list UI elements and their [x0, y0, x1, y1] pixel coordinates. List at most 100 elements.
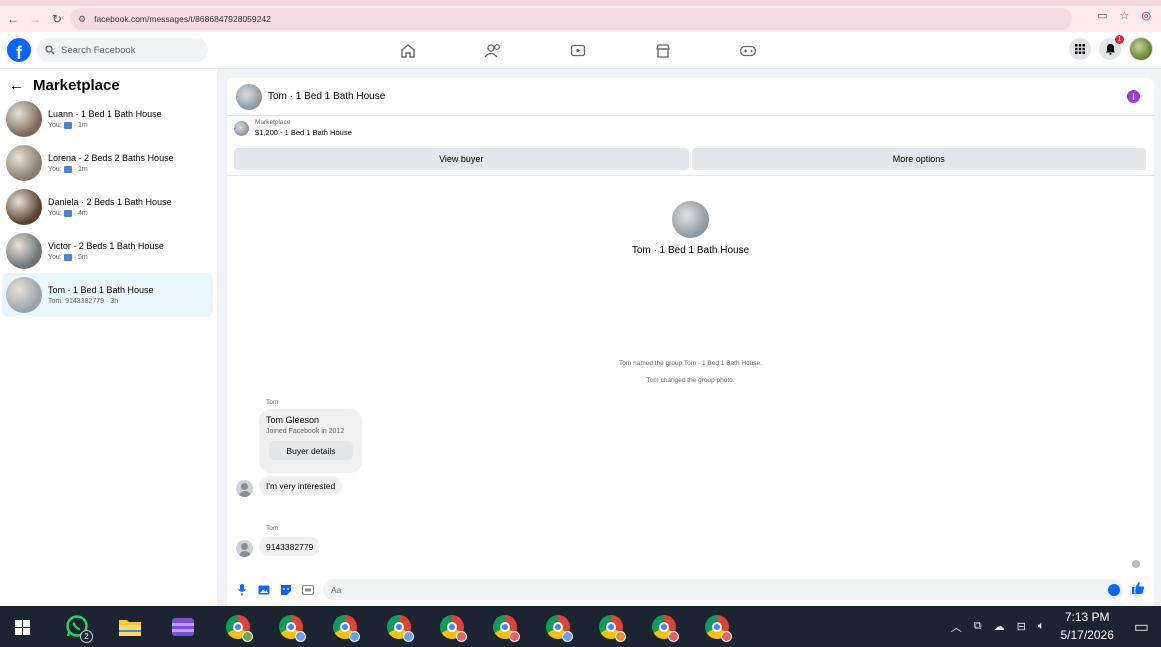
- conversation-item[interactable]: Daniela · 2 Beds 1 Bath House You: · 4m: [2, 185, 213, 229]
- chrome-icon[interactable]: [386, 614, 414, 642]
- chat-avatar[interactable]: [236, 83, 262, 110]
- chrome-icon[interactable]: [278, 614, 306, 642]
- conversation-avatar: [6, 145, 42, 181]
- preview-time: · 4m: [73, 210, 88, 217]
- chrome-icon[interactable]: [598, 614, 626, 642]
- chrome-profile-icon: [349, 631, 360, 642]
- sender-avatar-icon[interactable]: [236, 540, 253, 557]
- preview-time: · 5m: [73, 254, 88, 261]
- sidebar-title: Marketplace: [33, 76, 120, 94]
- preview-prefix: Tom: 9143382779: [48, 298, 105, 305]
- reload-icon[interactable]: ↻: [46, 8, 68, 30]
- whatsapp-icon[interactable]: 2: [64, 614, 93, 643]
- message-input[interactable]: Aa: [323, 579, 1123, 600]
- microphone-icon[interactable]: [235, 583, 249, 597]
- conversation-item[interactable]: Victor · 2 Beds 1 Bath House You: · 5m: [2, 229, 213, 273]
- back-icon[interactable]: ←: [2, 8, 24, 30]
- chrome-icon[interactable]: [545, 614, 573, 642]
- emoji-icon[interactable]: [1108, 584, 1120, 596]
- marketplace-icon[interactable]: [651, 40, 675, 62]
- network-icon[interactable]: ⊟: [1017, 620, 1026, 633]
- listing-source: Marketplace: [255, 119, 291, 126]
- system-tray: ︿ ⧉ ☁ ⊟ 🔈︎ 7:13 PM 5/17/2026 ▭: [945, 606, 1161, 647]
- chrome-profile-icon: [242, 631, 253, 642]
- conversation-list: Luann · 1 Bed 1 Bath House You: · 1m Lore…: [2, 97, 213, 317]
- conversation-item-active[interactable]: Tom · 1 Bed 1 Bath House Tom: 9143382779…: [2, 273, 213, 317]
- chrome-icon[interactable]: [439, 614, 467, 642]
- buyer-details-button[interactable]: Buyer details: [269, 441, 353, 460]
- buyer-joined: Joined Facebook in 2012: [266, 428, 345, 435]
- back-arrow-icon[interactable]: ←: [9, 77, 24, 94]
- chevron-up-icon[interactable]: ︿: [951, 619, 962, 635]
- conversation-item[interactable]: Luann · 1 Bed 1 Bath House You: · 1m: [2, 97, 213, 141]
- chrome-icon[interactable]: [332, 614, 360, 642]
- preview-prefix: You:: [48, 166, 62, 173]
- system-message: Tom changed the group photo.: [646, 377, 735, 384]
- taskbar-clock[interactable]: 7:13 PM 5/17/2026: [1060, 609, 1113, 644]
- chrome-profile-icon: [721, 631, 732, 642]
- info-icon[interactable]: i: [1127, 90, 1140, 103]
- chrome-icon[interactable]: [704, 614, 732, 642]
- bookmark-star-icon[interactable]: ☆: [1120, 9, 1130, 22]
- preview-time: · 1m: [73, 122, 88, 129]
- site-info-icon[interactable]: ⚙: [78, 14, 86, 25]
- listing-thumbnail: [234, 120, 249, 136]
- onedrive-icon[interactable]: ☁: [994, 620, 1005, 633]
- conversation-preview: Tom: 9143382779 · 3h: [48, 298, 154, 305]
- conversation-preview: You: · 1m: [48, 166, 174, 173]
- preview-prefix: You:: [48, 210, 62, 217]
- chat-title[interactable]: Tom · 1 Bed 1 Bath House: [268, 91, 385, 102]
- friends-icon[interactable]: [481, 40, 505, 62]
- conversation-preview: You: · 5m: [48, 254, 164, 261]
- photo-icon[interactable]: [257, 583, 271, 597]
- chrome-icon[interactable]: [492, 614, 520, 642]
- chrome-profile-icon: [456, 631, 467, 642]
- conversation-item[interactable]: Lorena · 2 Beds 2 Baths House You: · 1m: [2, 141, 213, 185]
- sticker-icon[interactable]: [279, 583, 293, 597]
- view-buyer-button[interactable]: View buyer: [234, 148, 689, 170]
- gaming-icon[interactable]: [736, 40, 760, 62]
- chrome-icon[interactable]: [651, 614, 679, 642]
- thumbs-up-icon: [63, 210, 72, 217]
- facebook-logo-icon[interactable]: f: [7, 38, 31, 62]
- browser-toolbar: ← → ↻ ⚙ facebook.com/messages/t/86868479…: [0, 6, 1161, 32]
- search-icon: [45, 45, 55, 55]
- buyer-name: Tom Gleeson: [266, 415, 320, 425]
- chrome-profile-icon: [295, 631, 306, 642]
- preview-time: · 1m: [73, 166, 88, 173]
- clipchamp-icon[interactable]: [170, 614, 196, 640]
- preview-time: · 3h: [106, 298, 119, 305]
- thumbs-up-icon: [63, 166, 72, 173]
- windows-start-icon[interactable]: [9, 614, 35, 640]
- cast-icon[interactable]: ▭: [1097, 9, 1107, 22]
- marketplace-sidebar: ← Marketplace Luann · 1 Bed 1 Bath House…: [0, 69, 217, 606]
- url-text: facebook.com/messages/t/8686847928059242: [94, 14, 271, 24]
- conversation-avatar: [6, 233, 42, 269]
- volume-icon[interactable]: 🔈︎: [1038, 620, 1045, 633]
- thumbs-up-icon: [63, 122, 72, 129]
- chrome-icon[interactable]: [225, 614, 253, 642]
- gif-icon[interactable]: [301, 583, 315, 597]
- clock-date: 5/17/2026: [1060, 627, 1114, 642]
- conversation-name: Tom · 1 Bed 1 Bath House: [48, 285, 154, 295]
- address-bar[interactable]: ⚙ facebook.com/messages/t/86868479280592…: [70, 8, 1072, 30]
- message-bubble: I'm very interested: [259, 476, 343, 495]
- profile-avatar[interactable]: [1129, 37, 1153, 61]
- thumbs-up-icon: [63, 254, 72, 261]
- more-options-button[interactable]: More options: [691, 148, 1146, 170]
- home-icon[interactable]: [396, 40, 420, 62]
- notifications-bell-icon[interactable]: 1: [1099, 34, 1125, 60]
- file-explorer-icon[interactable]: [117, 614, 143, 640]
- listing-summary[interactable]: Marketplace $1,200 - 1 Bed 1 Bath House: [234, 119, 352, 137]
- conversation-preview: You: · 4m: [48, 210, 172, 217]
- forward-icon[interactable]: →: [24, 8, 46, 30]
- watch-video-icon[interactable]: [566, 40, 590, 62]
- sender-avatar-icon[interactable]: [236, 480, 253, 497]
- notification-center-icon[interactable]: ▭: [1134, 617, 1149, 637]
- meet-now-icon[interactable]: ⧉: [974, 620, 982, 633]
- profile-icon[interactable]: ◎: [1141, 9, 1151, 22]
- search-input[interactable]: Search Facebook: [37, 38, 208, 62]
- thumbs-up-icon[interactable]: [1131, 581, 1145, 595]
- menu-grid-icon[interactable]: [1069, 38, 1091, 60]
- conversation-avatar: [6, 277, 42, 313]
